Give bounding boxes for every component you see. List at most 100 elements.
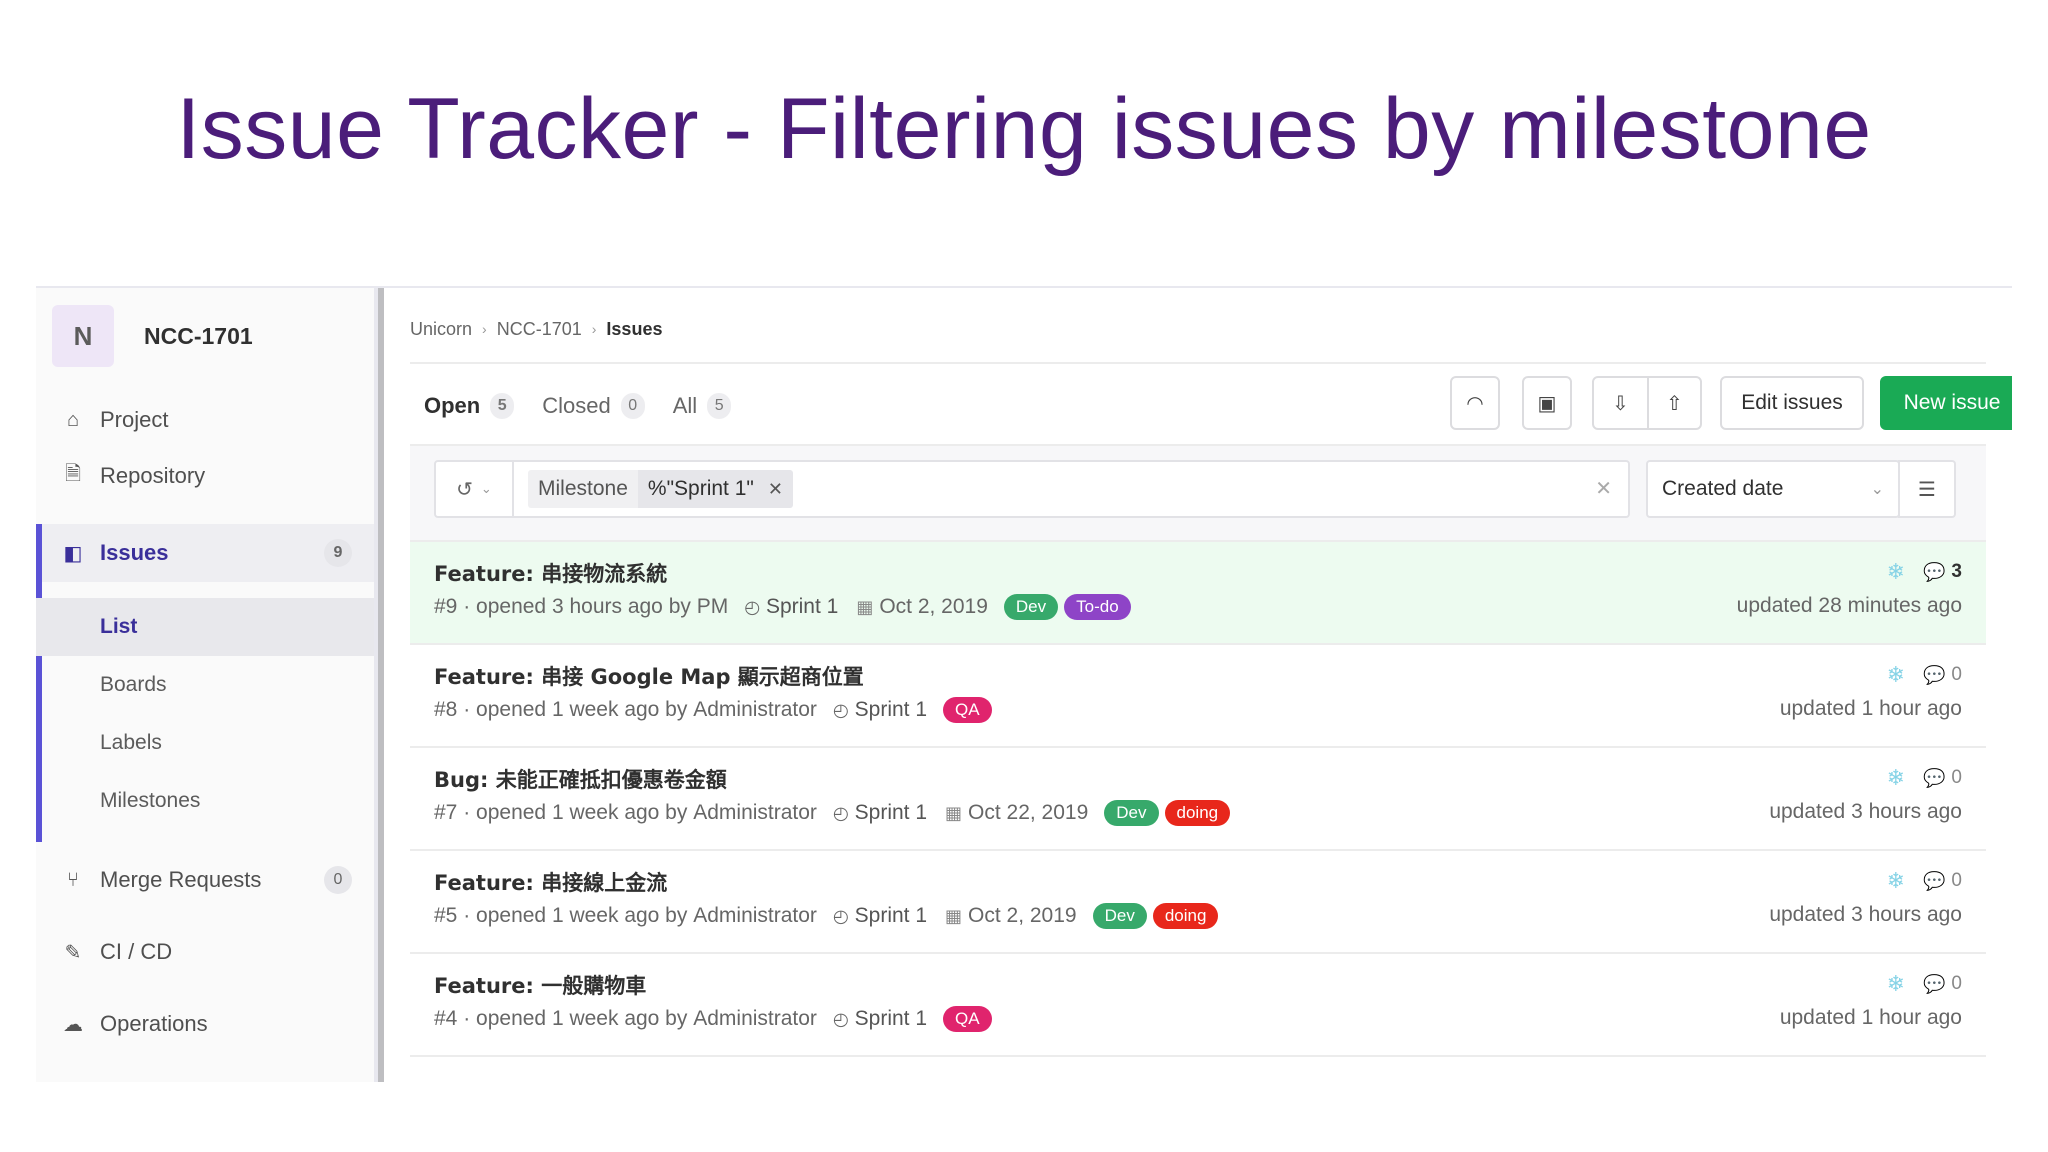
issue-title[interactable]: Feature: 串接線上金流	[434, 867, 667, 897]
sidebar-item-label: Project	[100, 407, 169, 432]
tab-count-badge: 5	[490, 393, 515, 419]
chevron-down-icon: ⌄	[1870, 481, 1884, 498]
sidebar-item-operations[interactable]: ☁ Operations	[36, 994, 374, 1054]
sidebar-subitem-label: Milestones	[100, 789, 201, 812]
label-badge[interactable]: doing	[1152, 903, 1219, 929]
sidebar-item-issues[interactable]: ◧ Issues 9	[36, 524, 374, 582]
issue-comments[interactable]: 💬 0	[1923, 767, 1962, 789]
comments-icon: 💬	[1923, 767, 1946, 788]
issue-milestone[interactable]: ◴ Sprint 1	[833, 801, 927, 825]
cloud-upload-icon: ⇧	[1666, 392, 1683, 415]
issue-title[interactable]: Feature: 串接 Google Map 顯示超商位置	[434, 661, 864, 691]
issue-row[interactable]: Bug: 未能正確抵扣優惠卷金額 #7 · opened 1 week ago …	[410, 748, 1986, 851]
milestone-text: Sprint 1	[854, 1007, 928, 1030]
clear-search-icon[interactable]: ✕	[1595, 476, 1612, 501]
issue-author[interactable]: PM	[697, 595, 729, 619]
issue-comments[interactable]: 💬 0	[1923, 973, 1962, 995]
label-badge[interactable]: Dev	[1092, 903, 1147, 929]
calendar-icon: ▦	[945, 905, 963, 926]
rss-button[interactable]: ◠	[1450, 376, 1500, 430]
divider	[410, 362, 1986, 364]
main-content: Unicorn › NCC-1701 › Issues Open 5 Close…	[410, 288, 2012, 1082]
sidebar-scrollbar[interactable]	[374, 288, 384, 1082]
issue-title[interactable]: Feature: 串接物流系統	[434, 558, 667, 588]
tab-all[interactable]: All 5	[659, 366, 745, 446]
label-badge[interactable]: Dev	[1003, 594, 1059, 620]
issue-row[interactable]: Feature: 一般購物車 #4 · opened 1 week ago by…	[410, 954, 1986, 1057]
issue-author[interactable]: Administrator	[693, 1007, 817, 1031]
issue-labels: QA	[943, 697, 998, 723]
comments-count: 0	[1951, 870, 1962, 891]
issue-comments[interactable]: 💬 0	[1923, 870, 1962, 892]
issue-milestone[interactable]: ◴ Sprint 1	[833, 1007, 927, 1031]
tab-count-badge: 5	[707, 393, 732, 419]
issue-comments[interactable]: 💬 0	[1923, 664, 1962, 686]
label-badge[interactable]: To-do	[1064, 594, 1131, 620]
sidebar-item-ci-cd[interactable]: ✎ CI / CD	[36, 922, 374, 982]
filter-token-name[interactable]: Milestone	[528, 470, 638, 508]
sort-dropdown[interactable]: Created date ⌄	[1646, 460, 1900, 518]
project-name: NCC-1701	[144, 322, 253, 349]
issue-milestone[interactable]: ◴ Sprint 1	[833, 698, 927, 722]
issue-right: ❄ 💬 3 updated 28 minutes ago	[1737, 558, 1962, 618]
sidebar-item-project[interactable]: ⌂ Project	[36, 390, 374, 450]
issue-row[interactable]: Feature: 串接線上金流 #5 · opened 1 week ago b…	[410, 851, 1986, 954]
tab-label: Closed	[542, 393, 611, 418]
issue-opened-text: · opened 1 week ago by	[463, 801, 688, 824]
issue-due-date: ▦ Oct 2, 2019	[856, 595, 988, 619]
snowflake-icon: ❄	[1886, 765, 1905, 790]
breadcrumb-current[interactable]: Issues	[606, 319, 662, 340]
issue-title[interactable]: Feature: 一般購物車	[434, 970, 646, 1000]
sidebar-item-repository[interactable]: 🗎 Repository	[36, 446, 374, 506]
label-badge[interactable]: Dev	[1104, 800, 1159, 826]
breadcrumb-item[interactable]: NCC-1701	[497, 319, 582, 340]
issue-author[interactable]: Administrator	[693, 904, 817, 928]
sidebar-subitem-boards[interactable]: Boards	[36, 656, 374, 714]
due-date-text: Oct 2, 2019	[879, 595, 988, 618]
issue-author[interactable]: Administrator	[693, 698, 817, 722]
issue-opened-text: · opened 1 week ago by	[463, 1007, 688, 1030]
issue-reference: #7	[434, 801, 458, 824]
sidebar-subitem-labels[interactable]: Labels	[36, 714, 374, 772]
new-issue-button[interactable]: New issue	[1880, 376, 2012, 430]
filter-token-value[interactable]: %"Sprint 1" ✕	[637, 470, 793, 508]
tab-label: Open	[424, 393, 481, 418]
label-badge[interactable]: QA	[943, 697, 992, 723]
issue-milestone[interactable]: ◴ Sprint 1	[744, 595, 838, 619]
calendar-button[interactable]: ▣	[1522, 376, 1572, 430]
export-button[interactable]: ⇩	[1594, 378, 1647, 428]
issue-title[interactable]: Bug: 未能正確抵扣優惠卷金額	[434, 764, 727, 794]
project-header[interactable]: N NCC-1701	[52, 302, 253, 370]
issue-comments[interactable]: 💬 3	[1923, 561, 1962, 583]
issue-milestone[interactable]: ◴ Sprint 1	[833, 904, 927, 928]
calendar-icon: ▦	[856, 596, 874, 617]
label-badge[interactable]: doing	[1164, 800, 1231, 826]
remove-token-icon[interactable]: ✕	[768, 479, 783, 500]
sidebar-item-merge-requests[interactable]: ⑂ Merge Requests 0	[36, 850, 374, 910]
issue-row[interactable]: Feature: 串接 Google Map 顯示超商位置 #8 · opene…	[410, 645, 1986, 748]
rss-icon: ◠	[1466, 392, 1484, 415]
issue-due-date: ▦ Oct 22, 2019	[945, 801, 1088, 825]
sort-direction-button[interactable]: ☰	[1898, 460, 1956, 518]
sidebar-item-label: Repository	[100, 463, 206, 488]
issue-labels: Dev doing	[1092, 903, 1225, 929]
issue-reference: #8	[434, 698, 458, 721]
calendar-icon: ▦	[945, 802, 963, 823]
snowflake-icon: ❄	[1886, 559, 1905, 584]
issue-row[interactable]: Feature: 串接物流系統 #9 · opened 3 hours ago …	[410, 542, 1986, 645]
edit-issues-button[interactable]: Edit issues	[1720, 376, 1864, 430]
tab-open[interactable]: Open 5	[410, 366, 529, 448]
calendar-icon: ▣	[1537, 392, 1557, 415]
recent-searches-dropdown[interactable]: ↺ ⌄	[436, 462, 514, 516]
sidebar-subitem-list[interactable]: List	[36, 598, 374, 656]
issue-due-date: ▦ Oct 2, 2019	[945, 904, 1077, 928]
filtered-search-input[interactable]: ↺ ⌄ Milestone %"Sprint 1" ✕ ✕	[434, 460, 1630, 518]
issue-author[interactable]: Administrator	[693, 801, 817, 825]
import-button[interactable]: ⇧	[1646, 378, 1700, 428]
issue-right: ❄ 💬 0 updated 3 hours ago	[1769, 764, 1962, 824]
tab-closed[interactable]: Closed 0	[528, 366, 658, 446]
issue-reference: #9	[434, 595, 458, 618]
breadcrumb-item[interactable]: Unicorn	[410, 319, 472, 340]
sidebar-subitem-milestones[interactable]: Milestones	[36, 772, 374, 830]
label-badge[interactable]: QA	[943, 1006, 992, 1032]
